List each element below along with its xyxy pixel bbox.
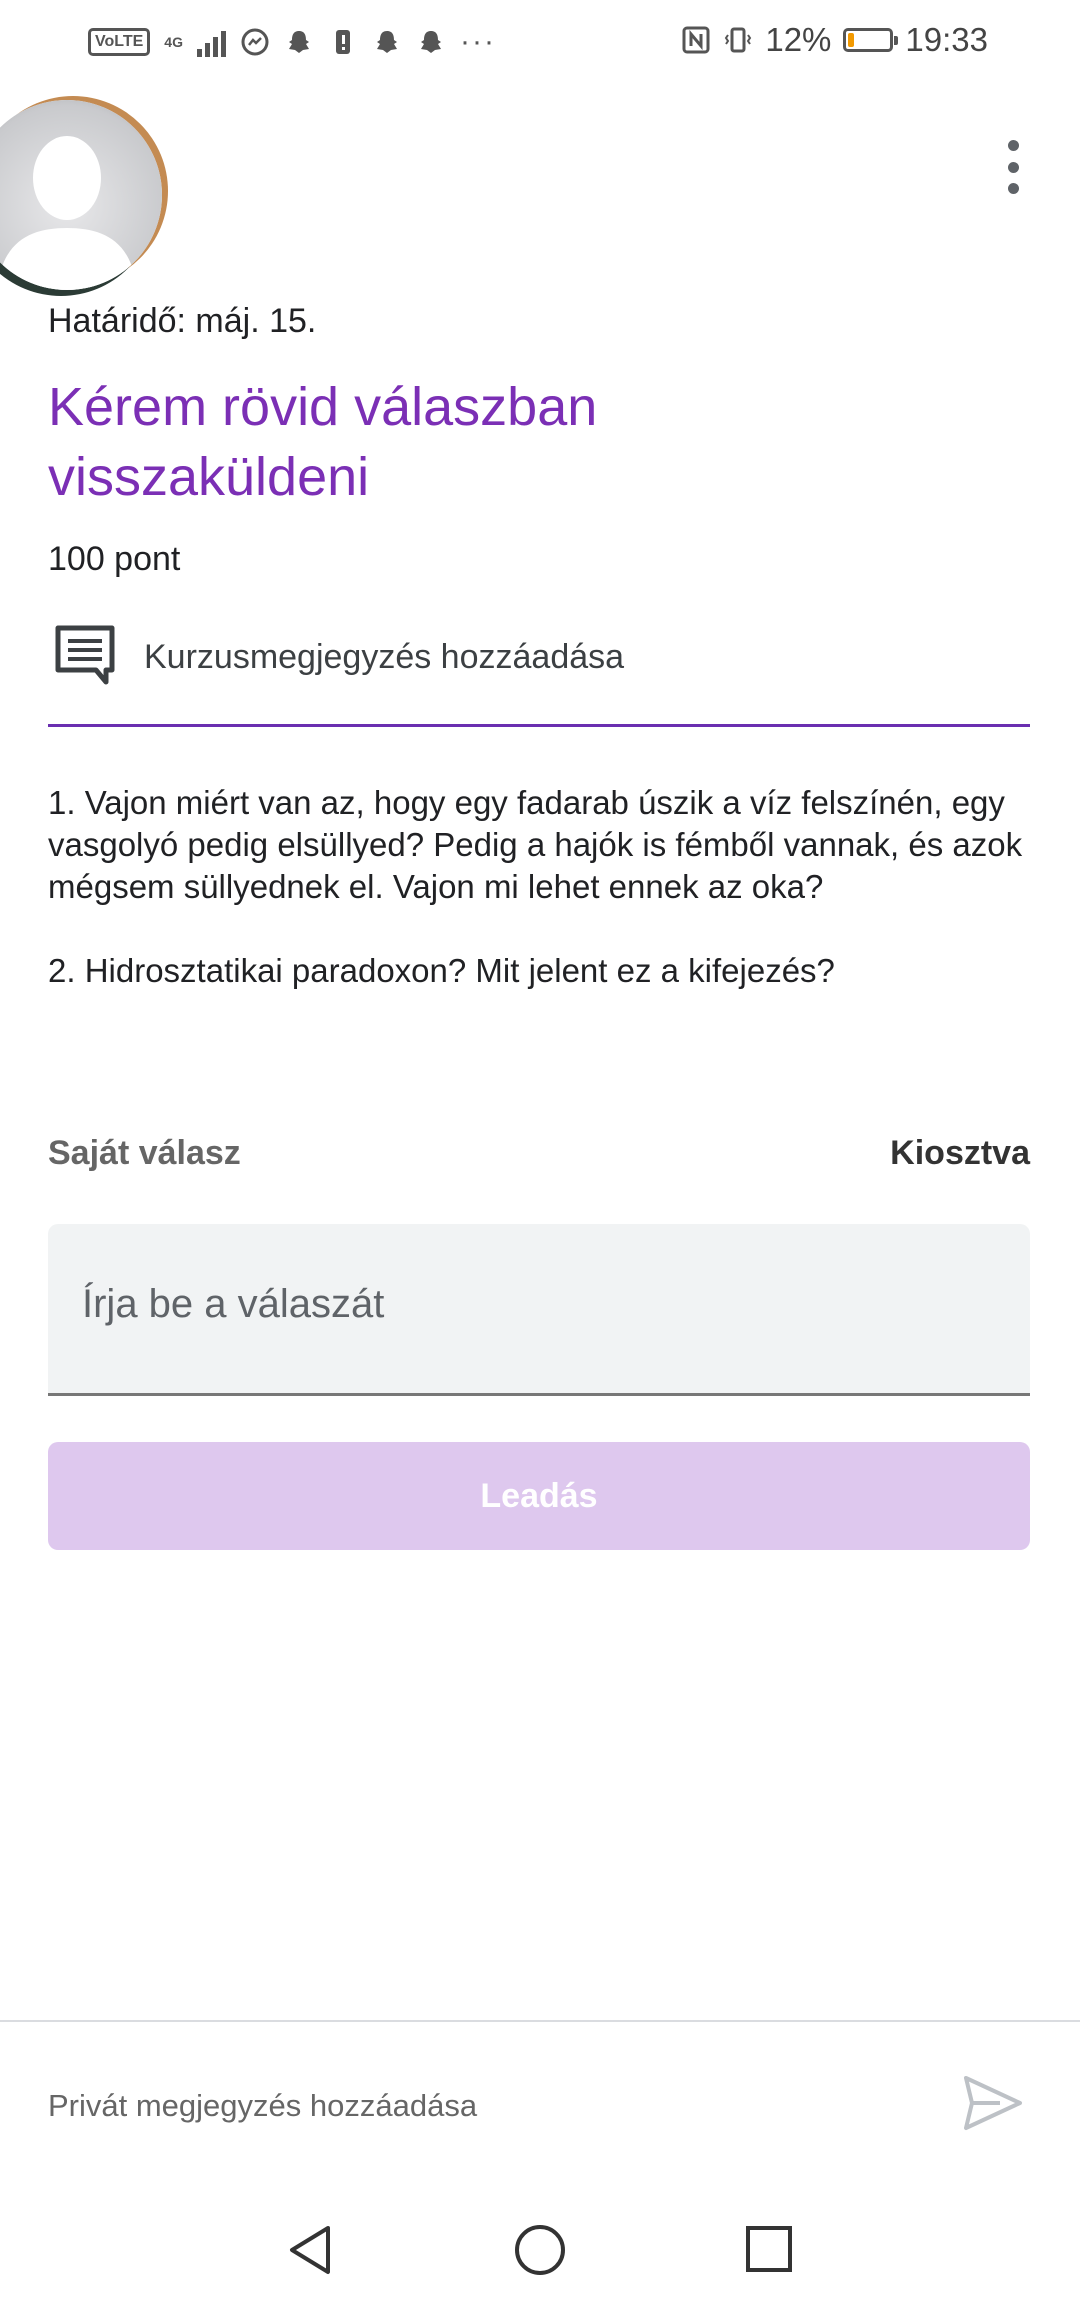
submit-button[interactable]: Leadás: [48, 1442, 1030, 1550]
battery-level: [848, 33, 854, 47]
section-divider: [48, 724, 1030, 727]
class-comment-label: Kurzusmegjegyzés hozzáadása: [144, 638, 625, 676]
answer-input[interactable]: [82, 1282, 982, 1327]
person-silhouette-icon: [0, 136, 137, 290]
add-class-comment-button[interactable]: Kurzusmegjegyzés hozzáadása: [48, 620, 1030, 724]
due-date: Határidő: máj. 15.: [48, 302, 317, 340]
clock: 19:33: [905, 21, 988, 58]
network-type-label: 4G: [164, 34, 183, 50]
volte-badge: VoLTE: [88, 28, 151, 56]
home-icon[interactable]: [512, 2222, 568, 2278]
private-comment-input[interactable]: Privát megjegyzés hozzáadása: [48, 2088, 477, 2124]
nfc-icon: [682, 26, 710, 54]
status-bar: VoLTE 4G ··· 12% 19:33: [0, 0, 1080, 80]
assignment-title: Kérem rövid válaszban visszaküldeni: [48, 377, 598, 507]
your-work-label: Saját válasz: [48, 1134, 241, 1172]
snapchat-icon: [420, 31, 441, 53]
comment-icon: [55, 625, 115, 685]
signal-icon: [196, 27, 226, 57]
alert-icon: [335, 30, 350, 54]
vibrate-icon: [725, 27, 752, 53]
status-bar-right: 12% 19:33: [681, 18, 988, 62]
status-badge: Kiosztva: [890, 1134, 1030, 1172]
recent-apps-icon[interactable]: [744, 2224, 794, 2274]
avatar[interactable]: [0, 100, 162, 290]
more-options-icon[interactable]: [1000, 140, 1026, 194]
back-icon[interactable]: [284, 2222, 336, 2278]
assignment-description: 1. Vajon miért van az, hogy egy fadarab …: [48, 784, 1023, 989]
points-label: 100 pont: [48, 540, 181, 578]
battery-icon: [843, 28, 899, 52]
snapchat-icon: [376, 31, 397, 53]
send-icon[interactable]: [960, 2070, 1026, 2136]
answer-field[interactable]: [48, 1224, 1030, 1396]
status-bar-left: VoLTE 4G ···: [88, 22, 496, 62]
snapchat-icon: [288, 31, 309, 53]
more-notifications-icon: ···: [459, 25, 496, 58]
messenger-icon: [241, 28, 269, 56]
private-comment-divider: [0, 2020, 1080, 2022]
battery-percent: 12%: [765, 21, 832, 58]
